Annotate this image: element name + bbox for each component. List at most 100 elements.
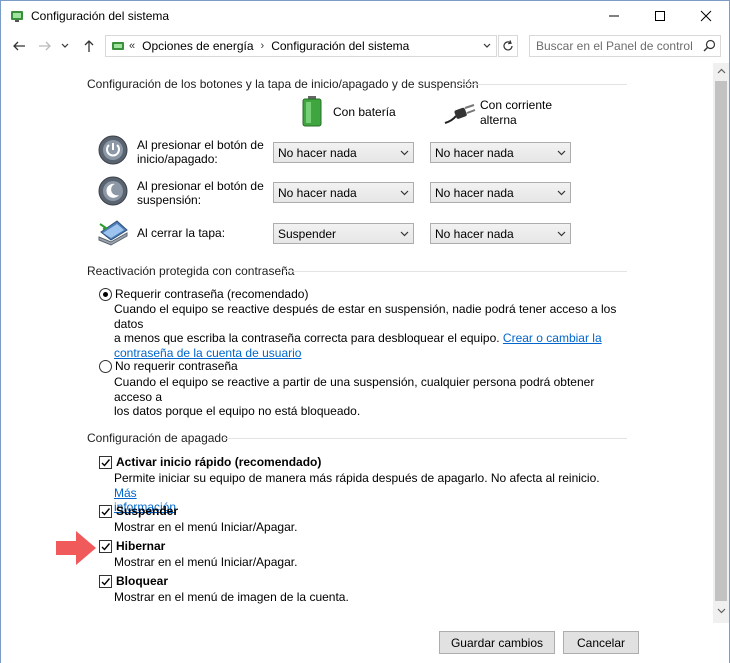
power-button-icon — [98, 135, 128, 168]
scroll-thumb[interactable] — [715, 81, 727, 601]
recent-locations-button[interactable] — [59, 36, 71, 56]
chevron-down-icon — [557, 228, 566, 242]
footer-bar: Guardar cambios Cancelar — [1, 623, 729, 663]
search-icon[interactable] — [703, 39, 716, 55]
scroll-down-button[interactable] — [713, 603, 729, 619]
forward-button[interactable] — [35, 36, 55, 56]
save-changes-button[interactable]: Guardar cambios — [439, 631, 555, 654]
checkmark-icon — [101, 459, 111, 467]
hibernate-checkbox[interactable] — [99, 540, 112, 553]
annotation-arrow-icon — [56, 529, 98, 570]
refresh-button[interactable] — [498, 35, 518, 57]
sleep-button-label-line1: Al presionar el botón de — [137, 179, 264, 193]
no-password-option[interactable]: No requerir contraseña — [99, 359, 238, 373]
fast-startup-description: Permite iniciar su equipo de manera más … — [114, 471, 624, 515]
title-bar: Configuración del sistema — [1, 1, 729, 31]
chevron-down-icon — [717, 608, 725, 614]
power-button-battery-select[interactable]: No hacer nada — [273, 142, 414, 163]
require-password-option[interactable]: Requerir contraseña (recomendado) — [99, 287, 308, 301]
power-button-battery-value: No hacer nada — [278, 146, 357, 160]
require-password-description: Cuando el equipo se reactive después de … — [114, 302, 624, 360]
require-password-desc-line2: a menos que escriba la contraseña correc… — [114, 331, 500, 345]
lid-close-ac-select[interactable]: No hacer nada — [430, 223, 571, 244]
battery-column-header: Con batería — [333, 105, 396, 119]
up-button[interactable] — [79, 36, 99, 56]
sleep-button-ac-value: No hacer nada — [435, 186, 514, 200]
close-button[interactable] — [683, 1, 729, 31]
forward-arrow-icon — [39, 41, 51, 51]
no-password-desc-line2: los datos porque el equipo no está bloqu… — [114, 404, 361, 418]
navigation-bar: « Opciones de energía › Configuración de… — [1, 31, 729, 61]
chevron-down-icon — [483, 43, 491, 48]
section-divider — [459, 84, 627, 85]
shutdown-section-title: Configuración de apagado — [87, 431, 228, 445]
minimize-button[interactable] — [591, 1, 637, 31]
checkmark-icon — [101, 578, 111, 586]
hibernate-description: Mostrar en el menú Iniciar/Apagar. — [114, 555, 298, 569]
sleep-option[interactable]: Suspender — [99, 504, 178, 518]
require-password-radio[interactable] — [99, 288, 112, 301]
require-password-label[interactable]: Requerir contraseña (recomendado) — [115, 287, 308, 301]
breadcrumb-system-settings[interactable]: Configuración del sistema — [267, 39, 413, 53]
require-password-desc-line1: Cuando el equipo se reactive después de … — [114, 302, 617, 331]
up-arrow-icon — [84, 40, 94, 52]
chevron-down-icon — [557, 147, 566, 161]
lock-checkbox[interactable] — [99, 575, 112, 588]
account-password-link[interactable]: contraseña de la cuenta de usuario — [114, 346, 301, 360]
refresh-icon — [503, 40, 513, 51]
address-folder-icon — [110, 39, 126, 53]
search-box[interactable] — [529, 35, 721, 57]
sleep-checkbox[interactable] — [99, 505, 112, 518]
section-divider — [285, 271, 627, 272]
fast-startup-checkbox[interactable] — [99, 456, 112, 469]
lock-description: Mostrar en el menú de imagen de la cuent… — [114, 590, 349, 604]
battery-icon — [301, 95, 323, 130]
hibernate-option[interactable]: Hibernar — [99, 539, 165, 553]
vertical-scrollbar[interactable] — [713, 63, 729, 623]
power-button-ac-value: No hacer nada — [435, 146, 514, 160]
cancel-button[interactable]: Cancelar — [563, 631, 639, 654]
no-password-radio[interactable] — [99, 360, 112, 373]
window-title: Configuración del sistema — [31, 9, 170, 23]
maximize-button[interactable] — [637, 1, 683, 31]
password-section-title: Reactivación protegida con contraseña — [87, 264, 295, 278]
fast-startup-label[interactable]: Activar inicio rápido (recomendado) — [116, 455, 321, 469]
back-button[interactable] — [9, 36, 29, 56]
scroll-up-button[interactable] — [713, 63, 729, 79]
power-button-label-line1: Al presionar el botón de — [137, 138, 264, 152]
back-arrow-icon — [13, 41, 25, 51]
section-divider — [224, 438, 627, 439]
ac-column-header-line1: Con corriente — [480, 98, 553, 112]
lock-label[interactable]: Bloquear — [116, 574, 168, 588]
search-input[interactable] — [536, 39, 696, 53]
breadcrumb-separator-icon: › — [260, 40, 265, 52]
checkmark-icon — [101, 543, 111, 551]
fast-startup-option[interactable]: Activar inicio rápido (recomendado) — [99, 455, 321, 469]
sleep-description: Mostrar en el menú Iniciar/Apagar. — [114, 520, 298, 534]
address-bar[interactable]: « Opciones de energía › Configuración de… — [105, 35, 497, 57]
address-dropdown-button[interactable] — [478, 36, 496, 56]
lid-close-battery-select[interactable]: Suspender — [273, 223, 414, 244]
power-button-label-line2: inicio/apagado: — [137, 152, 218, 166]
power-button-ac-select[interactable]: No hacer nada — [430, 142, 571, 163]
breadcrumb-overflow[interactable]: « — [126, 40, 138, 52]
chevron-up-icon — [717, 68, 725, 74]
system-settings-window: Configuración del sistema « Opciones de … — [0, 0, 730, 663]
more-info-link[interactable]: Más — [114, 486, 137, 500]
chevron-down-icon — [400, 147, 409, 161]
sleep-button-battery-select[interactable]: No hacer nada — [273, 182, 414, 203]
create-password-link[interactable]: Crear o cambiar la — [503, 331, 602, 345]
sleep-label[interactable]: Suspender — [116, 504, 178, 518]
buttons-section-title: Configuración de los botones y la tapa d… — [87, 77, 479, 91]
lid-close-ac-value: No hacer nada — [435, 227, 514, 241]
sleep-button-label-line2: suspensión: — [137, 193, 202, 207]
no-password-desc-line1: Cuando el equipo se reactive a partir de… — [114, 375, 595, 404]
sleep-button-ac-select[interactable]: No hacer nada — [430, 182, 571, 203]
no-password-label[interactable]: No requerir contraseña — [115, 359, 238, 373]
chevron-down-icon — [61, 43, 69, 48]
lock-option[interactable]: Bloquear — [99, 574, 168, 588]
fast-startup-desc: Permite iniciar su equipo de manera más … — [114, 471, 600, 485]
breadcrumb-power-options[interactable]: Opciones de energía — [138, 39, 257, 53]
hibernate-label[interactable]: Hibernar — [116, 539, 165, 553]
checkmark-icon — [101, 508, 111, 516]
